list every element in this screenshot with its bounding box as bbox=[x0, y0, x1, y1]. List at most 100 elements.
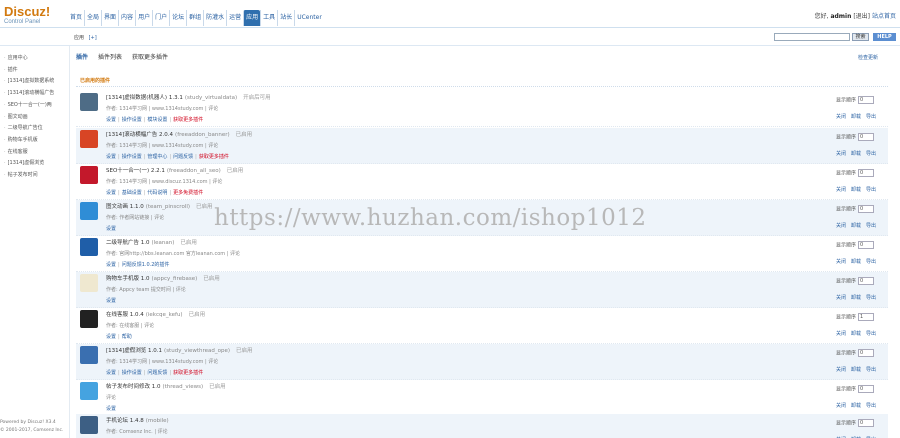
nav-item[interactable]: 论坛 bbox=[169, 10, 186, 26]
plugin-name: SEO十一合一(一) 2.2.1 bbox=[106, 168, 165, 174]
order-input[interactable]: 0 bbox=[858, 385, 875, 393]
tab[interactable]: 插件 bbox=[76, 52, 88, 64]
sidebar-item[interactable]: 购物车手机版 bbox=[4, 136, 70, 143]
row-op-link[interactable]: 关闭 bbox=[836, 223, 846, 229]
row-op-link[interactable]: 导出 bbox=[866, 331, 876, 337]
plugin-action-link[interactable]: 基础设置 bbox=[122, 190, 142, 196]
row-op-link[interactable]: 关闭 bbox=[836, 187, 846, 193]
row-op-link[interactable]: 导出 bbox=[866, 114, 876, 120]
nav-item[interactable]: 工具 bbox=[260, 10, 277, 26]
nav-item[interactable]: 应用 bbox=[243, 10, 261, 26]
row-op-link[interactable]: 导出 bbox=[866, 223, 876, 229]
row-op-link[interactable]: 卸载 bbox=[851, 295, 861, 301]
row-op-link[interactable]: 关闭 bbox=[836, 259, 846, 265]
plugin-action-link[interactable]: 操作设置 bbox=[122, 154, 142, 160]
plugin-action-link[interactable]: 操作设置 bbox=[122, 117, 142, 123]
row-op-link[interactable]: 卸载 bbox=[851, 331, 861, 337]
row-op-link[interactable]: 导出 bbox=[866, 151, 876, 157]
separator: | bbox=[169, 154, 172, 160]
sidebar-item[interactable]: 应用中心 bbox=[4, 54, 70, 61]
discuz-logo[interactable]: Discuz! Control Panel bbox=[4, 5, 66, 30]
check-update-link[interactable]: 检查更新 bbox=[858, 54, 878, 61]
plugin-action-link[interactable]: 设置 bbox=[106, 298, 116, 304]
plugin-action-link[interactable]: 获取更多插件 bbox=[199, 154, 229, 160]
sidebar-item[interactable]: [1314]虚假浏览 bbox=[4, 159, 70, 166]
plugin-action-link[interactable]: 问题反馈 bbox=[147, 370, 167, 376]
nav-item[interactable]: 站长 bbox=[277, 10, 294, 26]
row-op-link[interactable]: 关闭 bbox=[836, 367, 846, 373]
sidebar-item[interactable]: 在线客服 bbox=[4, 148, 70, 155]
row-op-link[interactable]: 关闭 bbox=[836, 403, 846, 409]
order-input[interactable]: 0 bbox=[858, 277, 875, 285]
plugin-action-link[interactable]: 问题反馈1.0.2的插件 bbox=[122, 262, 170, 268]
nav-item[interactable]: 运营 bbox=[226, 10, 243, 26]
row-op-link[interactable]: 导出 bbox=[866, 295, 876, 301]
order-input[interactable]: 0 bbox=[858, 133, 875, 141]
nav-item[interactable]: 防灌水 bbox=[203, 10, 226, 26]
plugin-action-link[interactable]: 帮助 bbox=[122, 334, 132, 340]
sidebar-item[interactable]: 帖子发布时间 bbox=[4, 171, 70, 178]
row-op-link[interactable]: 导出 bbox=[866, 403, 876, 409]
row-op-link[interactable]: 导出 bbox=[866, 259, 876, 265]
row-op-link[interactable]: 卸载 bbox=[851, 151, 861, 157]
sidebar-item[interactable]: SEO十一合一(一)两 bbox=[4, 101, 70, 108]
plugin-action-link[interactable]: 操作设置 bbox=[122, 370, 142, 376]
row-op-link[interactable]: 卸载 bbox=[851, 114, 861, 120]
plugin-action-link[interactable]: 设置 bbox=[106, 117, 116, 123]
plugin-action-link[interactable]: 设置 bbox=[106, 226, 116, 232]
plugin-action-link[interactable]: 管理中心 bbox=[147, 154, 167, 160]
row-op-link[interactable]: 关闭 bbox=[836, 295, 846, 301]
nav-item[interactable]: UCenter bbox=[294, 10, 324, 26]
order-input[interactable]: 0 bbox=[858, 419, 875, 427]
tab[interactable]: 插件列表 bbox=[98, 52, 122, 64]
row-op-link[interactable]: 卸载 bbox=[851, 259, 861, 265]
sidebar-item[interactable]: [1314]滚动横幅广告 bbox=[4, 89, 70, 96]
order-input[interactable]: 0 bbox=[858, 349, 875, 357]
tab[interactable]: 获取更多插件 bbox=[132, 52, 168, 64]
row-op-link[interactable]: 关闭 bbox=[836, 114, 846, 120]
sidebar-item[interactable]: 插件 bbox=[4, 66, 70, 73]
plugin-action-link[interactable]: 获取更多插件 bbox=[173, 117, 203, 123]
order-label: 显示顺序 bbox=[836, 278, 857, 285]
nav-item[interactable]: 用户 bbox=[135, 10, 152, 26]
search-button[interactable]: 搜索 bbox=[852, 33, 869, 41]
nav-item[interactable]: 界面 bbox=[101, 10, 118, 26]
order-input[interactable]: 1 bbox=[858, 313, 875, 321]
sidebar-item[interactable]: 二级导航广告位 bbox=[4, 124, 70, 131]
row-op-link[interactable]: 卸载 bbox=[851, 187, 861, 193]
row-op-link[interactable]: 关闭 bbox=[836, 331, 846, 337]
row-op-link[interactable]: 卸载 bbox=[851, 367, 861, 373]
plugin-action-link[interactable]: 问题反馈 bbox=[173, 154, 193, 160]
row-op-link[interactable]: 关闭 bbox=[836, 151, 846, 157]
nav-item[interactable]: 门户 bbox=[152, 10, 169, 26]
plugin-action-link[interactable]: 设置 bbox=[106, 370, 116, 376]
plugin-action-link[interactable]: 设置 bbox=[106, 190, 116, 196]
search-input[interactable] bbox=[774, 33, 850, 41]
plugin-action-link[interactable]: 模块设置 bbox=[147, 117, 167, 123]
order-input[interactable]: 0 bbox=[858, 205, 875, 213]
plugin-action-link[interactable]: 获取更多插件 bbox=[173, 370, 203, 376]
logout-link[interactable]: [退出] bbox=[853, 13, 870, 20]
order-input[interactable]: 0 bbox=[858, 96, 875, 104]
plugin-action-link[interactable]: 代码说明 bbox=[147, 190, 167, 196]
row-op-link[interactable]: 卸载 bbox=[851, 223, 861, 229]
plugin-action-link[interactable]: 设置 bbox=[106, 154, 116, 160]
nav-item[interactable]: 首页 bbox=[68, 10, 84, 26]
plugin-action-link[interactable]: 设置 bbox=[106, 334, 116, 340]
sidebar-item[interactable]: [1314]虚拟数据系统 bbox=[4, 77, 70, 84]
nav-item[interactable]: 全局 bbox=[84, 10, 101, 26]
plugin-action-link[interactable]: 更多免费插件 bbox=[173, 190, 203, 196]
row-op-link[interactable]: 导出 bbox=[866, 187, 876, 193]
plugin-action-link[interactable]: 设置 bbox=[106, 406, 116, 412]
nav-item[interactable]: 内容 bbox=[118, 10, 135, 26]
nav-item[interactable]: 群组 bbox=[186, 10, 203, 26]
row-op-link[interactable]: 卸载 bbox=[851, 403, 861, 409]
plugin-action-link[interactable]: 设置 bbox=[106, 262, 116, 268]
help-button[interactable]: HELP bbox=[873, 33, 896, 41]
add-shortcut-link[interactable]: [+] bbox=[89, 35, 97, 41]
sidebar-item[interactable]: 图文动画 bbox=[4, 113, 70, 120]
order-input[interactable]: 0 bbox=[858, 241, 875, 249]
order-input[interactable]: 0 bbox=[858, 169, 875, 177]
site-home-link[interactable]: 站点首页 bbox=[872, 11, 896, 20]
row-op-link[interactable]: 导出 bbox=[866, 367, 876, 373]
